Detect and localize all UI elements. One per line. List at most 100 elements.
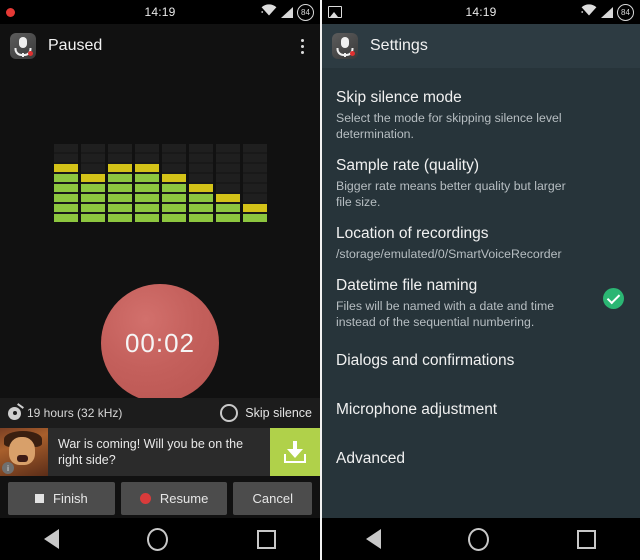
settings-item[interactable]: Dialogs and confirmations [322,334,640,383]
equalizer-column [161,144,186,222]
check-icon[interactable] [603,288,624,309]
remaining-time-label: 19 hours (32 kHz) [27,406,123,420]
settings-screen: 14:19 84 Settings Skip silence mode Selec… [320,0,640,560]
status-bar-right-icons: 84 [261,3,314,21]
app-bar-left: Paused [0,24,320,68]
settings-item[interactable]: Sample rate (quality) Bigger rate means b… [322,146,640,214]
timer-value: 00:02 [124,327,196,358]
equalizer-cell [107,144,132,152]
equalizer-cell [161,154,186,162]
equalizer-cell [80,154,105,162]
finish-button-label: Finish [53,490,88,506]
ad-download-button[interactable] [270,428,320,476]
equalizer-cell [53,164,78,172]
equalizer-cell [107,174,132,182]
home-circle-icon[interactable] [468,527,490,551]
disc-icon [8,406,21,420]
equalizer-cell [161,214,186,222]
cancel-button[interactable]: Cancel [233,481,312,515]
equalizer-cell [107,214,132,222]
equalizer-cell [161,204,186,212]
equalizer-cell [242,164,267,172]
resume-button[interactable]: Resume [120,481,228,515]
equalizer-cell [107,194,132,202]
overflow-menu-icon[interactable] [295,33,310,60]
battery-icon: 84 [297,3,314,21]
back-triangle-icon[interactable] [44,529,60,549]
settings-list: Skip silence mode Select the mode for ski… [322,68,640,481]
skip-silence-label: Skip silence [245,406,312,420]
equalizer-cell [80,214,105,222]
equalizer-cell [134,174,159,182]
settings-item-title: Location of recordings [336,225,489,242]
equalizer-cell [134,214,159,222]
equalizer-column [80,144,105,222]
settings-item[interactable]: Microphone adjustment [322,383,640,432]
info-badge-icon[interactable]: i [2,462,14,474]
skip-silence-toggle[interactable]: Skip silence [220,404,312,422]
equalizer-cell [107,154,132,162]
equalizer-cell [242,184,267,192]
equalizer-column [134,144,159,222]
equalizer-cell [242,204,267,212]
equalizer-cell [215,144,240,152]
equalizer-cell [215,194,240,202]
back-triangle-icon[interactable] [365,529,381,549]
equalizer-cell [134,194,159,202]
equalizer-cell [161,174,186,182]
settings-item[interactable]: Location of recordings/storage/emulated/… [322,214,640,266]
equalizer-cell [80,204,105,212]
equalizer-cell [134,204,159,212]
equalizer-cell [161,164,186,172]
recents-square-icon[interactable] [256,529,276,549]
equalizer-column [53,144,78,222]
equalizer-cell [53,194,78,202]
navigation-bar-right [322,518,640,560]
dual-screenshot: 14:19 84 Paused 00:02 19 hours (32 kHz) … [0,0,640,560]
equalizer-cell [215,184,240,192]
skip-silence-radio-icon[interactable] [220,404,239,422]
equalizer-cell [134,164,159,172]
record-timer-button[interactable]: 00:02 [101,284,219,402]
equalizer-cell [215,204,240,212]
equalizer-cell [134,144,159,152]
ad-text: War is coming! Will you be on the right … [48,428,270,476]
equalizer-column [107,144,132,222]
equalizer-cell [53,214,78,222]
status-bar-left: 14:19 84 [0,0,320,24]
cellular-signal-icon [601,6,613,18]
settings-item[interactable]: Advanced [322,432,640,481]
settings-item-title: Skip silence mode [336,89,462,106]
recording-status-title: Paused [48,37,103,54]
settings-title: Settings [370,37,428,54]
equalizer-cell [215,214,240,222]
settings-item[interactable]: Skip silence mode Select the mode for ski… [322,78,640,146]
equalizer-cell [188,174,213,182]
equalizer-cell [161,144,186,152]
equalizer-column [242,144,267,222]
timer-area: 00:02 [0,284,320,402]
settings-item-title: Datetime file naming [336,277,478,294]
settings-item-description: Bigger rate means better quality but lar… [336,179,566,209]
settings-item-description: Select the mode for skipping silence lev… [336,111,562,141]
equalizer-cell [53,144,78,152]
equalizer-cell [188,154,213,162]
equalizer-cell [53,204,78,212]
finish-button[interactable]: Finish [8,481,115,515]
equalizer-visualizer [0,68,320,298]
equalizer-cell [242,154,267,162]
equalizer-cell [107,164,132,172]
record-circle-icon [139,492,151,504]
recents-square-icon[interactable] [577,529,597,549]
info-strip: 19 hours (32 kHz) Skip silence [0,398,320,428]
settings-item-title: Sample rate (quality) [336,157,480,174]
cancel-button-label: Cancel [252,490,293,506]
settings-item-title: Microphone adjustment [336,401,498,418]
status-bar-right-right-icons: 84 [581,3,634,21]
ad-banner[interactable]: i War is coming! Will you be on the righ… [0,428,320,476]
equalizer-cell [188,194,213,202]
home-circle-icon[interactable] [147,527,169,551]
settings-item[interactable]: Datetime file naming Files will be named … [322,266,640,334]
wifi-icon [581,3,597,21]
settings-item-description: /storage/emulated/0/SmartVoiceRecorder [336,247,562,261]
